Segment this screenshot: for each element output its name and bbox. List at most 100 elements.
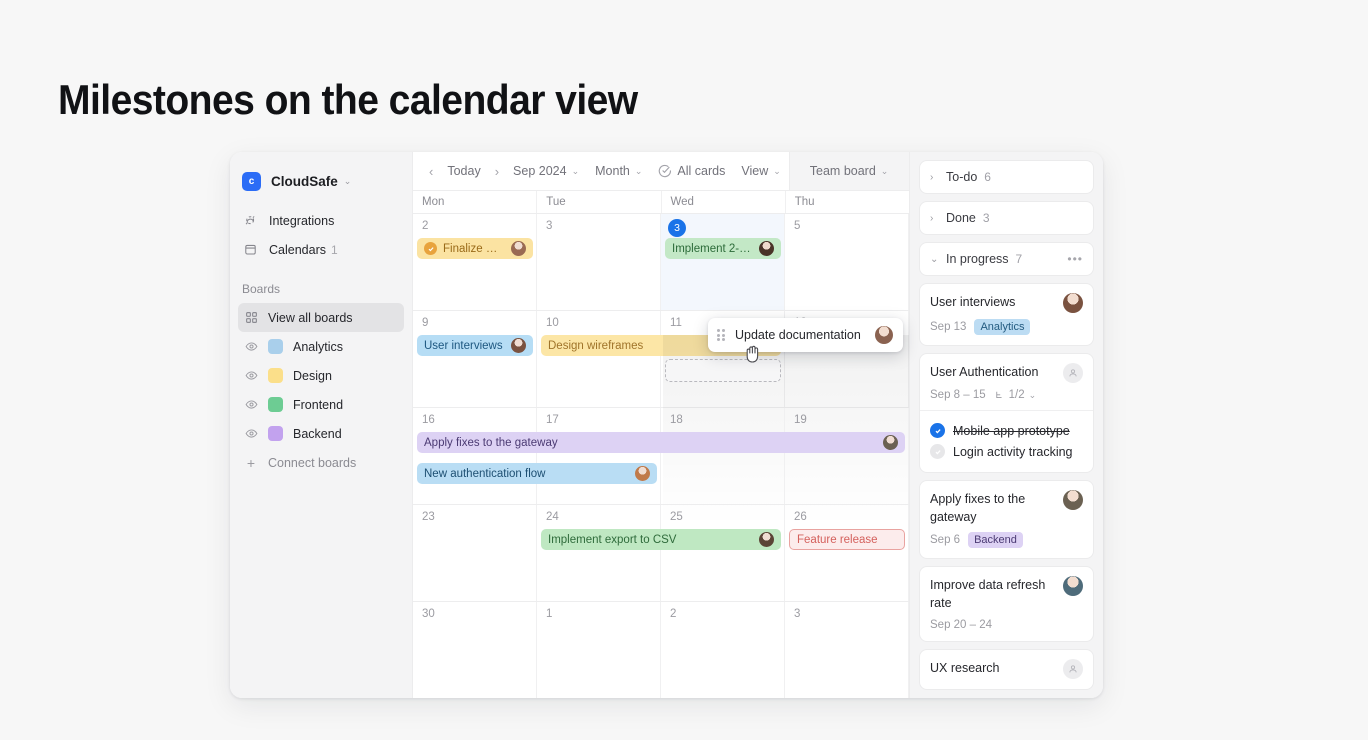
avatar (759, 241, 774, 256)
task-group-header-done[interactable]: › Done 3 (919, 201, 1094, 235)
calendar-day-cell[interactable]: 9 (413, 311, 537, 407)
task-card[interactable]: Apply fixes to the gateway Sep 6 Backend (919, 480, 1094, 560)
grid-icon (243, 311, 259, 324)
calendar-day-cell[interactable]: 3 (785, 602, 909, 698)
task-group-header-to-do[interactable]: › To-do 6 (919, 160, 1094, 194)
all-cards-label: All cards (677, 164, 726, 178)
calendar-event-chip[interactable]: New authentication flow (417, 463, 657, 484)
event-label: Apply fixes to the gateway (424, 436, 558, 449)
sidebar-item-board-frontend[interactable]: Frontend (238, 390, 404, 419)
calendar-day-cell[interactable]: 2 (413, 214, 537, 310)
sidebar-item-connect-boards[interactable]: + Connect boards (238, 448, 404, 477)
avatar (1063, 490, 1083, 510)
chevron-down-icon: ⌄ (880, 165, 889, 176)
task-card-tag[interactable]: Analytics (974, 319, 1031, 335)
month-year-selector[interactable]: Sep 2024 ⌄ (505, 160, 587, 182)
cloudsafe-logo-icon: c (242, 171, 261, 191)
eye-icon[interactable] (243, 427, 259, 440)
calendar-day-cell[interactable]: 10 (537, 311, 661, 407)
group-more-options-icon[interactable]: ••• (1067, 252, 1083, 266)
checkbox-unchecked-icon[interactable] (930, 444, 945, 459)
task-card[interactable]: UX research (919, 648, 1094, 690)
calendar-day-cell[interactable]: 24 (537, 505, 661, 601)
calendar-day-cell[interactable]: 23 (413, 505, 537, 601)
sidebar-item-count: 1 (330, 242, 338, 257)
calendar-event-chip[interactable]: Implement 2-f… (665, 238, 781, 259)
board-color-swatch (268, 368, 283, 383)
sidebar: c CloudSafe ⌄ Integrations Calendars 1 B… (230, 152, 413, 698)
calendar-day-cell[interactable]: 17 (537, 408, 661, 504)
plus-icon: + (246, 454, 256, 471)
subtask-count-label: 1/2 (1008, 389, 1025, 401)
checkbox-checked-icon[interactable] (930, 423, 945, 438)
task-group-header-in-progress[interactable]: ⌄ In progress 7 ••• (919, 242, 1094, 276)
integrations-icon (242, 214, 259, 227)
sidebar-item-integrations[interactable]: Integrations (230, 206, 412, 235)
weekday-label: Thu (794, 196, 815, 208)
calendar-day-cell[interactable]: 19 (785, 408, 909, 504)
today-button[interactable]: Today (439, 160, 488, 182)
task-group-count: 7 (1015, 252, 1023, 266)
chevron-down-icon[interactable]: ⌄ (1029, 390, 1037, 401)
sidebar-item-label: Connect boards (268, 455, 357, 470)
calendar-day-cell[interactable]: 3 (661, 214, 785, 310)
checklist-item[interactable]: Login activity tracking (930, 441, 1083, 462)
next-period-button[interactable]: › (489, 161, 505, 182)
dragged-card[interactable]: Update documentation (708, 318, 903, 352)
event-label: New authentication flow (424, 467, 546, 480)
checklist-item[interactable]: Mobile app prototype (930, 420, 1083, 441)
eye-icon[interactable] (243, 369, 259, 382)
calendar-event-chip[interactable]: Implement export to CSV (541, 529, 781, 550)
task-card[interactable]: User interviews Sep 13 Analytics (919, 283, 1094, 346)
view-scale-selector[interactable]: Month ⌄ (587, 160, 650, 182)
eye-icon[interactable] (243, 340, 259, 353)
calendar-day-cell[interactable]: 5 (785, 214, 909, 310)
sidebar-item-label: Integrations (269, 213, 335, 228)
sidebar-item-board-design[interactable]: Design (238, 361, 404, 390)
calendar-day-cell[interactable]: 2 (661, 602, 785, 698)
milestone-check-icon (424, 242, 437, 255)
chevron-down-icon[interactable]: ⌄ (930, 254, 938, 265)
task-group-count: 3 (982, 211, 990, 225)
calendar-day-cell[interactable]: 26 (785, 505, 909, 601)
unassigned-avatar-icon (1063, 658, 1083, 679)
task-card-tag[interactable]: Backend (968, 532, 1023, 549)
calendar-event-chip[interactable]: Finalize w… (417, 238, 533, 259)
calendar-day-cell[interactable]: 18 (661, 408, 785, 504)
avatar (511, 241, 526, 256)
calendar-day-cell[interactable]: 25 (661, 505, 785, 601)
task-card-meta: Sep 20 – 24 (930, 619, 1083, 631)
calendar-day-cell[interactable]: 3 (537, 214, 661, 310)
task-card-meta: Sep 6 Backend (930, 532, 1083, 549)
sidebar-section-boards: Boards (242, 282, 281, 296)
day-number: 18 (670, 414, 683, 426)
all-cards-filter-button[interactable]: All cards (650, 160, 733, 182)
chevron-down-icon: ⌄ (571, 165, 580, 176)
chevron-down-icon: ⌄ (634, 165, 643, 176)
calendar-day-cell[interactable]: 1 (537, 602, 661, 698)
task-card[interactable]: User Authentication Sep 8 – 15 1/2 ⌄ Mobile … (919, 353, 1094, 473)
sidebar-item-view-all-boards[interactable]: View all boards (238, 303, 404, 332)
calendar-day-cell[interactable]: 16 (413, 408, 537, 504)
calendar-event-chip[interactable]: Apply fixes to the gateway (417, 432, 905, 453)
prev-period-button[interactable]: ‹ (423, 161, 439, 182)
calendar-event-chip[interactable]: User interviews (417, 335, 533, 356)
avatar (635, 466, 650, 481)
sidebar-item-board-backend[interactable]: Backend (238, 419, 404, 448)
view-options-button[interactable]: View ⌄ (733, 160, 788, 182)
drag-handle-icon[interactable] (717, 329, 726, 341)
board-color-swatch (268, 397, 283, 412)
workspace-switcher[interactable]: c CloudSafe ⌄ (230, 162, 412, 200)
chevron-right-icon[interactable]: › (930, 213, 938, 224)
calendar-day-cell[interactable]: 30 (413, 602, 537, 698)
task-card[interactable]: Improve data refresh rate Sep 20 – 24 (919, 566, 1094, 642)
subtask-count[interactable]: 1/2 ⌄ (994, 389, 1037, 401)
sidebar-item-board-analytics[interactable]: Analytics (238, 332, 404, 361)
calendar-event-chip[interactable]: Feature release (789, 529, 905, 550)
sidebar-item-calendars[interactable]: Calendars 1 (230, 235, 412, 264)
sidebar-item-label: Analytics (293, 339, 344, 354)
team-board-selector[interactable]: Team board ⌄ (802, 160, 897, 182)
avatar (883, 435, 898, 450)
eye-icon[interactable] (243, 398, 259, 411)
chevron-right-icon[interactable]: › (930, 172, 938, 183)
